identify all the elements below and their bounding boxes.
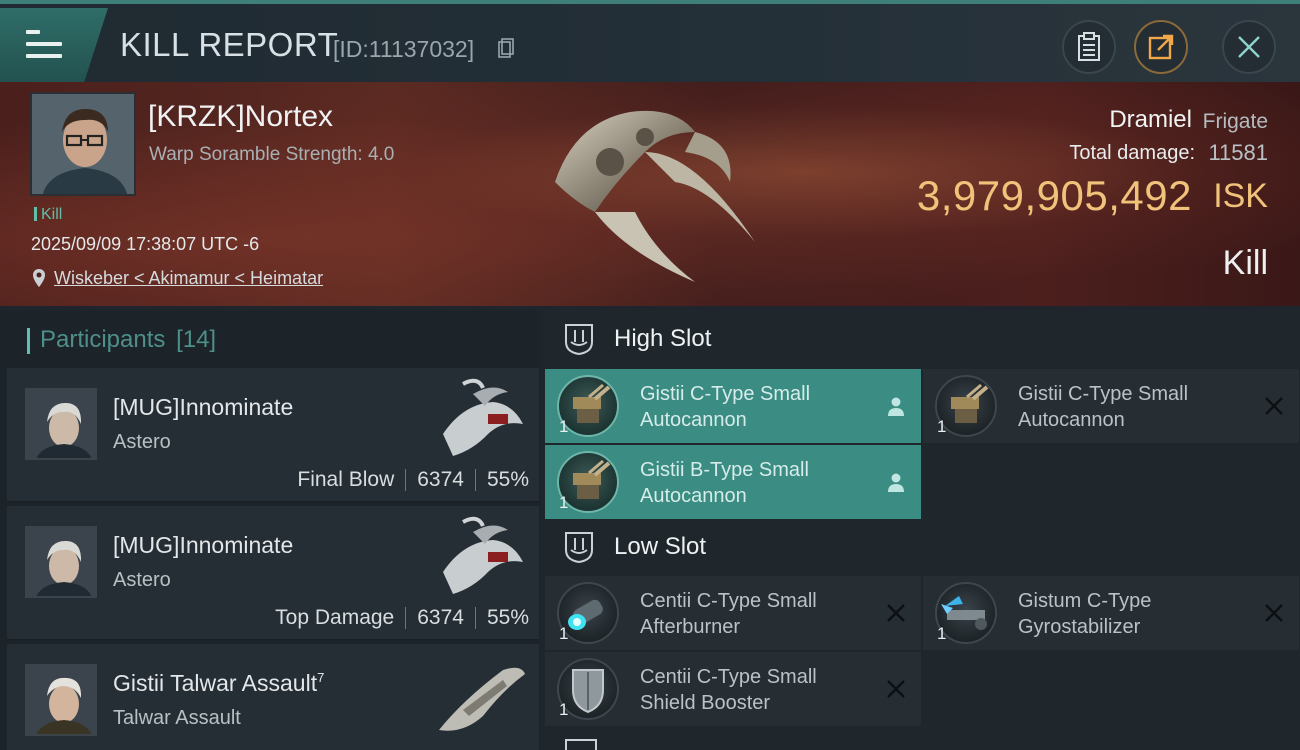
clipboard-icon <box>1078 32 1100 61</box>
module-quantity: 1 <box>937 417 947 436</box>
participant-name: [MUG]Innominate <box>113 532 294 558</box>
participant-name-superscript: 7 <box>317 670 325 685</box>
module-item[interactable]: 1 Gistii B-Type Small Autocannon <box>545 445 921 519</box>
warp-scramble-text: Warp Soramble Strength: 4.0 <box>149 144 395 165</box>
module-quantity: 1 <box>937 624 947 643</box>
close-button[interactable] <box>1222 20 1276 74</box>
participant-ship-image <box>439 667 525 731</box>
ship-name[interactable]: Dramiel <box>1109 106 1192 134</box>
victim-ship-image <box>555 110 755 282</box>
module-name: Gistum C-Type Gyrostabilizer <box>1018 590 1152 638</box>
isk-value: 3,979,905,492 <box>916 172 1192 219</box>
low-slot-label: Low Slot <box>614 533 707 560</box>
module-item[interactable]: 1 Gistum C-Type Gyrostabilizer <box>923 576 1299 650</box>
victim-avatar[interactable] <box>30 92 136 196</box>
low-slot-header: Low Slot <box>562 530 706 564</box>
person-icon <box>888 397 904 416</box>
participant-card[interactable]: [MUG]Innominate Astero Top Damage 6374 5… <box>7 506 539 640</box>
participant-avatar <box>25 664 97 736</box>
participant-ship: Talwar Assault <box>113 707 241 729</box>
low-slot-icon <box>565 532 593 564</box>
isk-unit: ISK <box>1213 177 1268 215</box>
module-quantity: 1 <box>559 493 569 512</box>
module-quantity: 1 <box>559 624 569 643</box>
destroyed-x-icon <box>1265 604 1283 622</box>
ship-class: Frigate <box>1202 110 1268 133</box>
share-button[interactable] <box>1134 20 1188 74</box>
participant-card[interactable]: Gistii Talwar Assault7 Talwar Assault <box>7 644 539 750</box>
location-link[interactable]: Wiskeber < Akimamur < Heimatar <box>54 268 323 289</box>
participants-panel: Participants [14] [MUG]Innominate Astero… <box>0 310 540 750</box>
module-name: Centii C-Type Small Shield Booster <box>640 666 817 714</box>
participant-avatar <box>25 388 97 460</box>
person-icon <box>888 473 904 492</box>
participants-count: [14] <box>176 326 217 353</box>
hamburger-icon <box>26 30 62 60</box>
module-name: Gistii C-Type Small Autocannon <box>1018 383 1189 431</box>
copy-icon[interactable] <box>498 38 514 58</box>
module-quantity: 1 <box>559 417 569 436</box>
participant-card[interactable]: [MUG]Innominate Astero Final Blow 6374 5… <box>7 368 539 502</box>
destroyed-x-icon <box>887 604 905 622</box>
participant-name: Gistii Talwar Assault7 <box>113 670 325 696</box>
participant-role: Final Blow <box>297 468 395 491</box>
fitting-panel: High Slot 1 Gistii C-Type Small Autocann… <box>544 310 1300 750</box>
participant-ship: Astero <box>113 431 171 453</box>
high-slot-header: High Slot <box>562 322 711 356</box>
participant-percent: 55% <box>486 606 529 629</box>
high-slot-label: High Slot <box>614 325 712 352</box>
victim-banner: [KRZK]Nortex Warp Soramble Strength: 4.0… <box>0 82 1300 306</box>
module-item[interactable]: 1 Centii C-Type Small Shield Booster <box>545 652 921 726</box>
participant-stats: Final Blow 6374 55% <box>297 468 529 492</box>
module-name: Gistii C-Type Small Autocannon <box>640 383 811 431</box>
participant-name: [MUG]Innominate <box>113 394 294 420</box>
report-id: [ID:11137032] <box>333 36 475 62</box>
participant-ship-image <box>443 516 523 594</box>
mid-slot-icon <box>565 739 597 750</box>
clipboard-button[interactable] <box>1062 20 1116 74</box>
participant-ship: Astero <box>113 569 171 591</box>
module-name: Gistii B-Type Small Autocannon <box>640 459 809 507</box>
high-slot-icon <box>565 324 593 356</box>
participant-ship-image <box>443 378 523 456</box>
module-item[interactable]: 1 Centii C-Type Small Afterburner <box>545 576 921 650</box>
participant-damage: 6374 <box>417 468 464 491</box>
participant-stats: Top Damage 6374 55% <box>275 606 529 630</box>
kill-datetime: 2025/09/09 17:38:07 UTC -6 <box>31 234 260 254</box>
location-pin-icon <box>33 269 45 287</box>
destroyed-x-icon <box>887 680 905 698</box>
close-icon <box>1238 36 1260 58</box>
menu-button[interactable] <box>0 8 108 82</box>
participants-header: Participants [14] <box>27 326 216 354</box>
module-name: Centii C-Type Small Afterburner <box>640 590 817 638</box>
total-damage-label: Total damage: <box>1069 142 1195 164</box>
destroyed-x-icon <box>1265 397 1283 415</box>
victim-name[interactable]: [KRZK]Nortex <box>148 100 333 134</box>
total-damage-value: 11581 <box>1208 140 1268 165</box>
share-icon <box>1148 34 1174 60</box>
module-item[interactable]: 1 Gistii C-Type Small Autocannon <box>923 369 1299 443</box>
module-quantity: 1 <box>559 700 569 719</box>
participant-role: Top Damage <box>275 606 395 629</box>
top-bar: KILL REPORT [ID:11137032] <box>0 0 1300 82</box>
kill-result: Kill <box>1222 244 1268 282</box>
portrait-image <box>32 94 134 194</box>
participant-percent: 55% <box>486 468 529 491</box>
participant-damage: 6374 <box>417 606 464 629</box>
module-item[interactable]: 1 Gistii C-Type Small Autocannon <box>545 369 921 443</box>
participant-avatar <box>25 526 97 598</box>
participants-label: Participants <box>40 326 166 353</box>
kill-tag: Kill <box>34 206 62 224</box>
page-title: KILL REPORT <box>120 26 339 63</box>
